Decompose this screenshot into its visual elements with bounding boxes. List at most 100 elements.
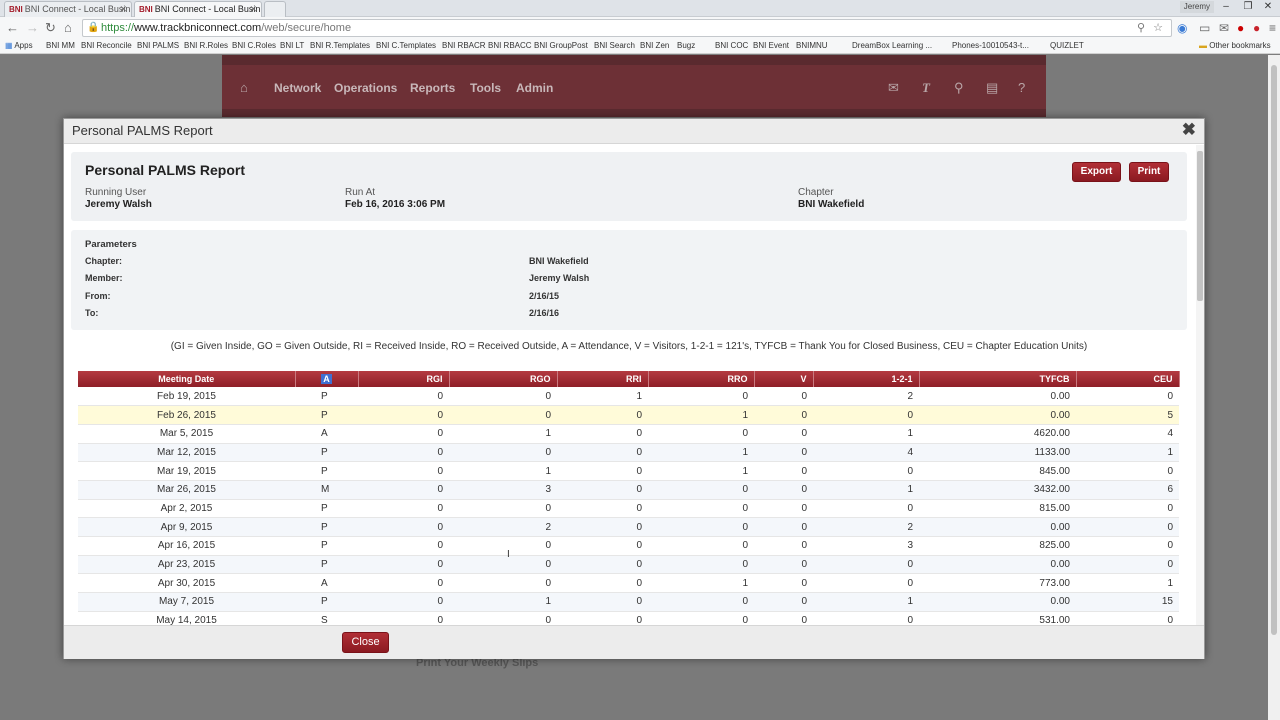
bookmark-item[interactable]: BNI PALMS <box>137 40 179 52</box>
address-bar[interactable]: 🔒 https://www.trackbniconnect.com/web/sec… <box>82 19 1172 37</box>
scrollbar-thumb[interactable] <box>1271 65 1277 635</box>
bookmark-item[interactable]: Bugz <box>677 40 695 52</box>
extension-icon[interactable]: ◉ <box>1177 20 1187 36</box>
zoom-icon[interactable]: ⚲ <box>1137 20 1145 36</box>
print-button[interactable]: Print <box>1129 162 1169 182</box>
export-button[interactable]: Export <box>1072 162 1121 182</box>
table-cell: 1 <box>648 461 754 481</box>
forward-icon[interactable]: → <box>26 20 39 36</box>
column-header[interactable]: 1-2-1 <box>813 371 920 387</box>
table-cell: P <box>295 387 358 407</box>
browser-tab-2[interactable]: BNI BNI Connect - Local Busin ✕ <box>134 1 262 17</box>
table-row[interactable]: May 7, 2015 P 0 1 0 0 0 1 0.00 15 <box>78 592 1179 612</box>
column-header[interactable]: RRI <box>557 371 649 387</box>
pinterest-icon[interactable]: ● <box>1253 20 1260 36</box>
bookmark-item[interactable]: BNI Zen <box>640 40 669 52</box>
table-cell: 0 <box>813 405 919 425</box>
adblock-icon[interactable]: ● <box>1237 20 1244 36</box>
table-row[interactable]: May 14, 2015 S 0 0 0 0 0 0 531.00 0 <box>78 611 1179 625</box>
modal-scrollbar[interactable] <box>1196 145 1204 625</box>
close-button[interactable]: Close <box>342 632 389 653</box>
scrollbar-thumb[interactable] <box>1197 151 1203 301</box>
bookmark-apps[interactable]: ▦ Apps <box>5 40 33 52</box>
bookmark-item[interactable]: BNI COC <box>715 40 748 52</box>
menu-icon[interactable]: ≡ <box>1269 20 1276 36</box>
browser-tab-1[interactable]: BNI BNI Connect - Local Busin ✕ <box>4 1 132 17</box>
column-header[interactable]: TYFCB <box>919 371 1077 387</box>
bookmark-item[interactable]: Phones-10010543-t... <box>952 40 1029 52</box>
page-scrollbar[interactable] <box>1268 55 1280 720</box>
column-header[interactable]: RRO <box>648 371 755 387</box>
column-header[interactable]: V <box>754 371 814 387</box>
other-bookmarks[interactable]: ▬ Other bookmarks <box>1199 40 1271 52</box>
table-cell: May 14, 2015 <box>78 611 295 625</box>
text-icon[interactable]: T <box>922 80 930 96</box>
table-row[interactable]: Mar 26, 2015 M 0 3 0 0 0 1 3432.00 6 <box>78 480 1179 500</box>
table-cell: 0 <box>557 592 648 612</box>
bookmark-item[interactable]: BNI RBACR <box>442 40 486 52</box>
column-header[interactable]: A <box>295 371 359 387</box>
column-header[interactable]: Meeting Date <box>78 371 296 387</box>
nav-reports[interactable]: Reports <box>410 81 455 95</box>
column-header[interactable]: RGO <box>449 371 558 387</box>
table-row[interactable]: Apr 9, 2015 P 0 2 0 0 0 2 0.00 0 <box>78 517 1179 537</box>
bookmark-item[interactable]: BNI Event <box>753 40 789 52</box>
bookmark-item[interactable]: BNI Reconcile <box>81 40 132 52</box>
table-cell: 0 <box>813 611 919 625</box>
bookmark-item[interactable]: BNI MM <box>46 40 75 52</box>
bookmark-item[interactable]: QUIZLET <box>1050 40 1084 52</box>
search-icon[interactable]: ⚲ <box>954 80 964 96</box>
bookmark-item[interactable]: BNI C.Roles <box>232 40 276 52</box>
table-row[interactable]: Apr 16, 2015 P 0 0 0 0 0 3 825.00 0 <box>78 536 1179 556</box>
nav-network[interactable]: Network <box>274 81 321 95</box>
table-cell: 0 <box>813 555 919 575</box>
profile-button[interactable]: Jeremy <box>1179 1 1214 13</box>
nav-operations[interactable]: Operations <box>334 81 397 95</box>
table-row[interactable]: Feb 26, 2015 P 0 0 0 1 0 0 0.00 5 <box>78 405 1179 425</box>
table-row[interactable]: Apr 2, 2015 P 0 0 0 0 0 0 815.00 0 <box>78 499 1179 519</box>
help-icon[interactable]: ? <box>1018 80 1025 95</box>
column-header[interactable]: CEU <box>1076 371 1180 387</box>
table-cell: 0.00 <box>919 555 1076 575</box>
new-tab-button[interactable] <box>264 1 286 17</box>
bookmark-item[interactable]: BNI C.Templates <box>376 40 436 52</box>
mail-icon[interactable]: ✉ <box>888 80 899 96</box>
reload-icon[interactable]: ↻ <box>45 20 56 36</box>
table-header-row: Meeting Date A RGI RGO RRI RRO V 1-2-1 TYFCB CEU <box>78 371 1180 387</box>
back-icon[interactable]: ← <box>6 20 19 36</box>
table-row[interactable]: Feb 19, 2015 P 0 0 1 0 0 2 0.00 0 <box>78 387 1179 407</box>
bookmark-item[interactable]: BNI R.Templates <box>310 40 370 52</box>
bookmark-item[interactable]: BNI GroupPost <box>534 40 588 52</box>
extension-icon[interactable]: ✉ <box>1219 20 1229 36</box>
close-icon[interactable]: ✖ <box>1182 121 1196 139</box>
home-icon[interactable]: ⌂ <box>64 20 72 36</box>
bookmark-item[interactable]: DreamBox Learning ... <box>852 40 932 52</box>
close-tab-icon[interactable]: ✕ <box>249 2 257 16</box>
table-row[interactable]: Mar 12, 2015 P 0 0 0 1 0 4 1133.00 1 <box>78 443 1179 463</box>
nav-admin[interactable]: Admin <box>516 81 553 95</box>
table-row[interactable]: Mar 5, 2015 A 0 1 0 0 0 1 4620.00 4 <box>78 424 1179 444</box>
bookmark-star-icon[interactable]: ☆ <box>1153 20 1163 36</box>
close-window-icon[interactable]: ✕ <box>1258 1 1278 13</box>
table-row[interactable]: Apr 30, 2015 A 0 0 0 1 0 0 773.00 1 <box>78 573 1179 594</box>
url-scheme: https:// <box>101 22 135 34</box>
bookmark-item[interactable]: BNI Search <box>594 40 635 52</box>
minimize-icon[interactable]: – <box>1216 1 1236 13</box>
print-icon[interactable]: ▤ <box>986 80 998 96</box>
maximize-icon[interactable]: ❐ <box>1238 1 1258 13</box>
table-cell: 5 <box>1076 405 1179 425</box>
nav-tools[interactable]: Tools <box>470 81 501 95</box>
cast-icon[interactable]: ▭ <box>1199 20 1210 36</box>
bookmark-item[interactable]: BNIMNU <box>796 40 828 52</box>
table-cell: Mar 12, 2015 <box>78 443 295 463</box>
bookmark-item[interactable]: BNI LT <box>280 40 304 52</box>
home-icon[interactable]: ⌂ <box>240 80 248 95</box>
bookmark-item[interactable]: BNI RBACC <box>488 40 532 52</box>
table-cell: 0 <box>557 536 648 556</box>
column-header[interactable]: RGI <box>358 371 450 387</box>
table-row[interactable]: Apr 23, 2015 P 0 0 0 0 0 0 0.00 0 <box>78 555 1179 575</box>
table-cell: 0 <box>358 611 449 625</box>
table-row[interactable]: Mar 19, 2015 P 0 1 0 1 0 0 845.00 0 <box>78 461 1179 481</box>
close-tab-icon[interactable]: ✕ <box>119 2 127 16</box>
bookmark-item[interactable]: BNI R.Roles <box>184 40 228 52</box>
